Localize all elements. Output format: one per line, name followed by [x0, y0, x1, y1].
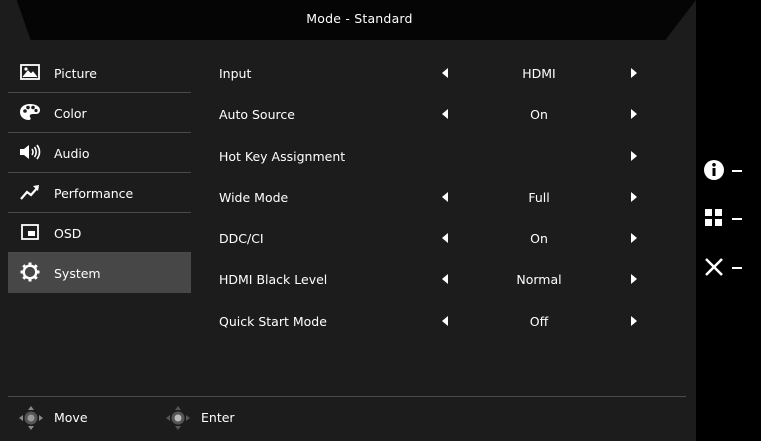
menu-grid-icon: [703, 207, 725, 229]
arrow-right-icon[interactable]: [631, 274, 637, 285]
sidebar-item-label: OSD: [54, 226, 82, 241]
hotkey-dash: [732, 267, 742, 269]
joystick-move-icon: [18, 405, 44, 431]
setting-row-auto-source[interactable]: Auto Source On: [200, 94, 680, 135]
sidebar-item-picture[interactable]: Picture: [8, 53, 191, 93]
sidebar: Picture Color Audio Performance OSD Syst…: [8, 53, 191, 293]
setting-label: Wide Mode: [219, 189, 289, 205]
hotkey-close[interactable]: [703, 256, 747, 280]
sidebar-item-performance[interactable]: Performance: [8, 173, 191, 213]
gear-icon: [19, 262, 41, 282]
picture-icon: [19, 62, 41, 82]
setting-label: Quick Start Mode: [219, 313, 327, 329]
osd-window-icon: [19, 222, 41, 242]
setting-label: Input: [219, 66, 252, 81]
footer-divider: [8, 396, 686, 397]
setting-value: On: [530, 231, 548, 247]
setting-label: DDC/CI: [219, 231, 264, 247]
sidebar-item-label: Audio: [54, 146, 90, 161]
arrow-right-icon[interactable]: [631, 233, 637, 244]
setting-row-ddc-ci[interactable]: DDC/CI On: [200, 218, 680, 259]
speaker-icon: [19, 142, 41, 162]
setting-value: Normal: [516, 272, 562, 288]
sidebar-item-label: Performance: [54, 186, 134, 201]
setting-value: Full: [528, 189, 550, 205]
setting-row-hdmi-black-level[interactable]: HDMI Black Level Normal: [200, 259, 680, 300]
arrow-right-icon[interactable]: [631, 109, 637, 120]
close-icon: [703, 256, 725, 278]
setting-value: HDMI: [522, 66, 556, 81]
osd-panel: Mode - Standard Picture Color Audio Perf…: [0, 0, 696, 441]
trend-arrow-icon: [19, 182, 41, 202]
setting-row-input[interactable]: Input HDMI: [200, 53, 680, 94]
info-icon: [703, 159, 725, 181]
setting-label: Hot Key Assignment: [219, 148, 346, 164]
arrow-left-icon[interactable]: [442, 315, 448, 326]
joystick-enter-icon: [165, 405, 191, 431]
setting-label: Auto Source: [219, 107, 295, 123]
arrow-right-icon[interactable]: [631, 191, 637, 202]
setting-row-wide-mode[interactable]: Wide Mode Full: [200, 177, 680, 218]
sidebar-item-system[interactable]: System: [8, 253, 191, 293]
hotkey-info[interactable]: [703, 159, 747, 183]
setting-label: HDMI Black Level: [219, 272, 328, 288]
settings-list: Input HDMI Auto Source On Hot Key Assign…: [200, 53, 680, 342]
hotkey-dash: [732, 218, 742, 220]
footer-enter-label: Enter: [201, 410, 235, 425]
setting-row-hot-key-assignment[interactable]: Hot Key Assignment: [200, 136, 680, 177]
arrow-left-icon[interactable]: [442, 233, 448, 244]
sidebar-item-label: Color: [54, 106, 87, 121]
sidebar-item-label: System: [54, 266, 101, 281]
setting-row-quick-start-mode[interactable]: Quick Start Mode Off: [200, 301, 680, 342]
arrow-right-icon[interactable]: [631, 315, 637, 326]
hotkey-menu[interactable]: [703, 207, 747, 231]
page-title: Mode - Standard: [306, 11, 413, 26]
setting-value: Off: [529, 313, 549, 329]
arrow-left-icon[interactable]: [442, 191, 448, 202]
arrow-left-icon[interactable]: [442, 68, 448, 78]
sidebar-item-label: Picture: [54, 66, 97, 81]
sidebar-item-osd[interactable]: OSD: [8, 213, 191, 253]
footer-move-label: Move: [54, 410, 88, 425]
arrow-right-icon[interactable]: [631, 150, 637, 161]
sidebar-item-audio[interactable]: Audio: [8, 133, 191, 173]
arrow-left-icon[interactable]: [442, 109, 448, 120]
arrow-left-icon[interactable]: [442, 274, 448, 285]
setting-value: On: [530, 107, 548, 123]
sidebar-item-color[interactable]: Color: [8, 93, 191, 133]
arrow-right-icon[interactable]: [631, 68, 637, 78]
hotkey-dash: [732, 170, 742, 172]
palette-icon: [19, 102, 41, 122]
